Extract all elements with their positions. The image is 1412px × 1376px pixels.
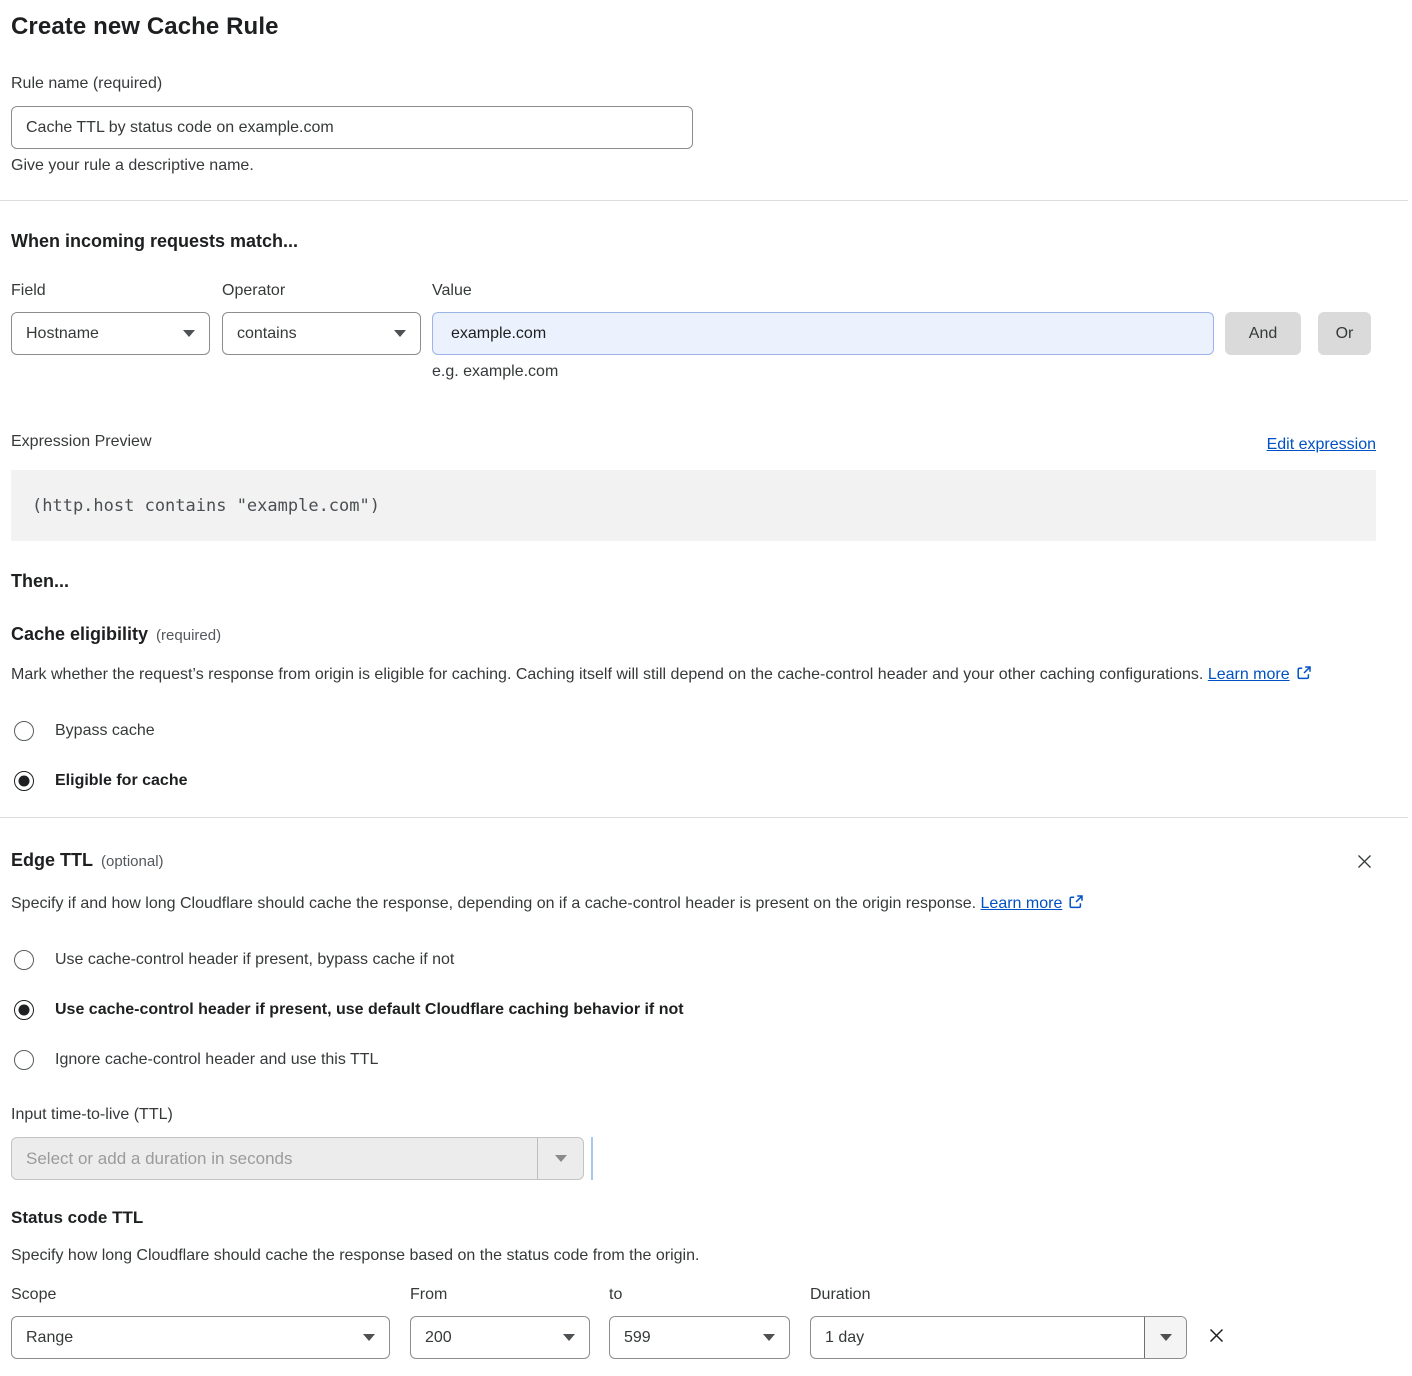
field-label: Field [11, 278, 210, 303]
chevron-down-icon [763, 1334, 775, 1341]
cache-eligibility-heading: Cache eligibility(required) [11, 624, 1376, 645]
from-label: From [410, 1282, 590, 1307]
field-select-value: Hostname [26, 325, 99, 343]
chevron-down-icon [555, 1155, 567, 1162]
chevron-down-icon [1160, 1334, 1172, 1341]
ttl-duration-select: Select or add a duration in seconds [11, 1137, 584, 1180]
to-select[interactable]: 599 [609, 1316, 790, 1359]
focus-caret [591, 1137, 593, 1180]
status-code-ttl-remove-button[interactable] [1203, 1322, 1230, 1352]
operator-select[interactable]: contains [222, 312, 421, 355]
or-button[interactable]: Or [1318, 312, 1371, 355]
radio-option-bypass-cache[interactable]: Bypass cache [14, 721, 1376, 741]
chevron-down-icon [363, 1334, 375, 1341]
radio-option-ignore-header[interactable]: Ignore cache-control header and use this… [14, 1050, 1376, 1070]
close-icon [1355, 852, 1374, 871]
expression-preview-code: (http.host contains "example.com") [11, 470, 1376, 541]
page-title: Create new Cache Rule [11, 13, 1376, 41]
rule-name-label: Rule name (required) [11, 71, 1376, 96]
dropdown-arrow-button[interactable] [1144, 1317, 1186, 1358]
radio-option-use-header-bypass[interactable]: Use cache-control header if present, byp… [14, 950, 1376, 970]
external-link-icon [1296, 663, 1312, 691]
rule-name-help: Give your rule a descriptive name. [11, 157, 1376, 175]
chevron-down-icon [183, 330, 195, 337]
chevron-down-icon [563, 1334, 575, 1341]
match-heading: When incoming requests match... [11, 231, 1376, 252]
then-heading: Then... [11, 571, 1376, 592]
edge-ttl-learn-more-link[interactable]: Learn more [981, 895, 1063, 912]
status-code-ttl-description: Specify how long Cloudflare should cache… [11, 1242, 1356, 1270]
and-button[interactable]: And [1225, 312, 1301, 355]
external-link-icon [1068, 892, 1084, 920]
close-icon [1205, 1324, 1228, 1347]
ttl-duration-placeholder: Select or add a duration in seconds [12, 1138, 537, 1179]
rule-name-input[interactable] [11, 106, 693, 149]
section-divider [0, 200, 1408, 201]
duration-label: Duration [810, 1282, 1187, 1307]
radio-icon[interactable] [14, 721, 34, 741]
scope-select[interactable]: Range [11, 1316, 390, 1359]
operator-label: Operator [222, 278, 421, 303]
radio-label: Eligible for cache [55, 772, 187, 790]
from-select[interactable]: 200 [410, 1316, 590, 1359]
edge-ttl-close-button[interactable] [1353, 850, 1376, 876]
to-label: to [609, 1282, 790, 1307]
required-note: (required) [156, 627, 221, 644]
operator-select-value: contains [237, 325, 297, 343]
dropdown-arrow-button [537, 1138, 583, 1179]
status-code-ttl-row: Scope Range From 200 to 599 Duration 1 d… [11, 1282, 1376, 1359]
radio-option-use-header-default[interactable]: Use cache-control header if present, use… [14, 1000, 1376, 1020]
duration-select-value: 1 day [811, 1317, 1144, 1358]
edge-ttl-heading: Edge TTL(optional) [11, 850, 164, 871]
radio-icon-selected[interactable] [14, 1000, 34, 1020]
scope-label: Scope [11, 1282, 390, 1307]
from-select-value: 200 [425, 1329, 452, 1347]
cache-eligibility-learn-more-link[interactable]: Learn more [1208, 666, 1290, 683]
radio-icon-selected[interactable] [14, 771, 34, 791]
value-hint: e.g. example.com [432, 363, 1214, 381]
to-select-value: 599 [624, 1329, 651, 1347]
radio-option-eligible-for-cache[interactable]: Eligible for cache [14, 771, 1376, 791]
scope-select-value: Range [26, 1329, 73, 1347]
edge-ttl-description: Specify if and how long Cloudflare shoul… [11, 890, 1356, 920]
edit-expression-link[interactable]: Edit expression [1267, 436, 1376, 454]
status-code-ttl-heading: Status code TTL [11, 1208, 1376, 1228]
value-input[interactable] [432, 312, 1214, 355]
match-condition-row: Field Hostname Operator contains Value e… [11, 278, 1376, 381]
duration-select[interactable]: 1 day [810, 1316, 1187, 1359]
ttl-input-label: Input time-to-live (TTL) [11, 1102, 1376, 1127]
expression-preview-label: Expression Preview [11, 429, 152, 454]
radio-icon[interactable] [14, 1050, 34, 1070]
radio-label: Bypass cache [55, 722, 155, 740]
field-select[interactable]: Hostname [11, 312, 210, 355]
radio-icon[interactable] [14, 950, 34, 970]
radio-label: Use cache-control header if present, byp… [55, 951, 454, 969]
radio-label: Use cache-control header if present, use… [55, 1001, 684, 1019]
section-divider [0, 817, 1408, 818]
radio-label: Ignore cache-control header and use this… [55, 1051, 378, 1069]
optional-note: (optional) [101, 853, 164, 870]
cache-eligibility-description: Mark whether the request’s response from… [11, 661, 1356, 691]
chevron-down-icon [394, 330, 406, 337]
value-label: Value [432, 278, 1214, 303]
